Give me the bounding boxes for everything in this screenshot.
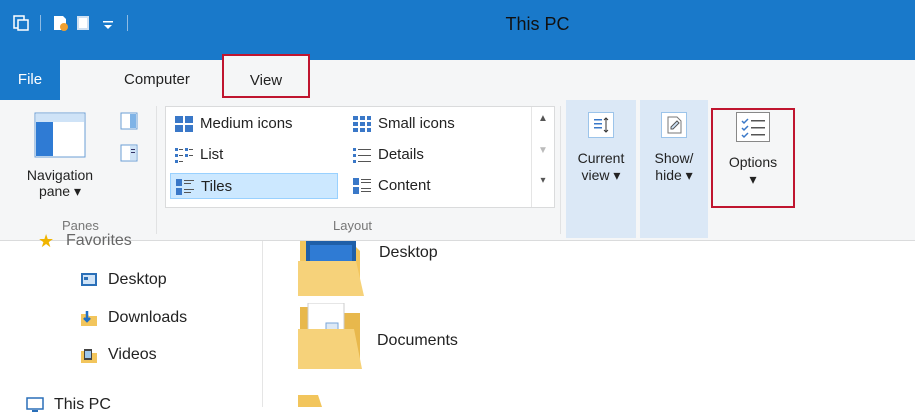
downloads-icon [81,311,97,326]
current-view-label-2: view ▾ [581,167,621,183]
documents-folder-icon[interactable] [296,303,366,371]
layout-group-label: Layout [333,218,373,233]
details-icon [353,148,371,163]
layout-gallery: Medium icons Small icons List Details Ti… [165,106,555,208]
show-hide-icon [661,112,687,138]
show-hide-button[interactable]: Show/ hide ▾ [640,100,708,238]
tab-computer[interactable]: Computer [110,60,204,100]
list-icon [175,148,193,163]
group-divider [156,106,157,234]
group-divider [560,106,561,234]
content-icon [353,178,371,194]
show-hide-label-2: hide ▾ [655,167,693,183]
layout-small-icons[interactable]: Small icons [348,111,455,137]
show-hide-label: Show/ [654,150,694,166]
folder-icon[interactable] [296,393,346,407]
folder-name-desktop[interactable]: Desktop [379,244,438,262]
small-icons-icon [353,116,371,132]
scroll-down-arrow[interactable]: ▼ [532,145,554,156]
computer-icon [26,397,44,412]
current-view-icon [588,112,614,138]
scroll-up-arrow[interactable]: ▲ [532,113,554,124]
layout-list[interactable]: List [170,142,223,168]
tabs-background: Computer View [60,54,915,100]
desktop-icon [81,273,97,286]
current-view-button[interactable]: Current view ▾ [566,100,636,238]
star-icon: ★ [38,231,55,251]
current-view-label: Current [577,150,625,166]
navigation-pane-icon [34,112,86,158]
nav-favorites[interactable]: ★ Favorites [36,229,132,253]
layout-details[interactable]: Details [348,142,424,168]
preview-pane-icon[interactable] [120,112,138,130]
navigation-panel: ★ Favorites Desktop Downloads Videos Thi… [0,232,263,413]
nav-this-pc[interactable]: This PC [24,393,111,417]
nav-item-desktop[interactable]: Desktop [78,268,167,292]
nav-item-videos[interactable]: Videos [78,343,157,367]
medium-icons-icon [175,116,193,132]
layout-medium-icons[interactable]: Medium icons [170,111,293,137]
videos-icon [81,349,97,363]
folder-name-documents[interactable]: Documents [377,332,458,350]
navigation-pane-button[interactable]: Navigation pane ▾ [10,108,110,208]
tiles-icon [176,179,194,195]
options-highlight-outline [711,108,795,208]
tab-file[interactable]: File [0,60,60,100]
layout-content[interactable]: Content [348,173,431,199]
tab-view[interactable]: View [222,54,310,98]
navigation-pane-label: Navigation [26,167,94,183]
layout-tiles[interactable]: Tiles [170,173,338,199]
ribbon: Navigation pane ▾ Panes Medium icons Sma… [0,100,915,241]
desktop-folder-icon[interactable] [296,241,366,296]
details-pane-icon[interactable] [120,144,138,162]
window-title: This PC [505,14,570,34]
nav-item-downloads[interactable]: Downloads [78,306,187,330]
gallery-expand-arrow[interactable]: ▾ [532,175,554,186]
layout-scroll: ▲ ▼ ▾ [531,107,554,207]
navigation-pane-label-2: pane ▾ [38,183,82,199]
title-bar: This PC [0,0,915,60]
